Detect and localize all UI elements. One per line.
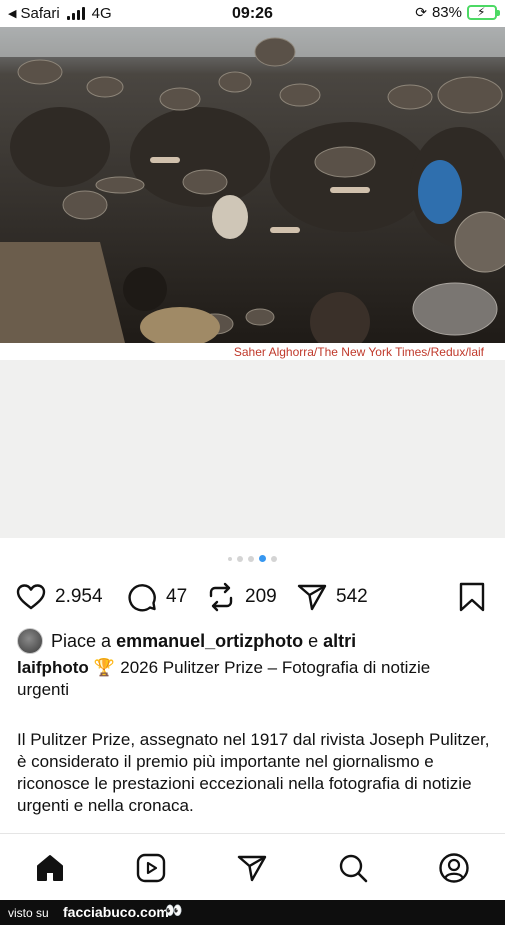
network-label: 4G	[91, 5, 112, 22]
liked-by-row[interactable]: Piace a emmanuel_ortizphoto e altri	[17, 628, 356, 654]
watermark-footer: visto su facciabuco.com 👀	[0, 900, 505, 925]
home-icon	[37, 855, 63, 881]
carousel-dot-active	[259, 555, 266, 562]
comment-count[interactable]: 47	[166, 586, 187, 608]
liked-by-prefix: Piace a	[51, 630, 112, 651]
signal-icon	[66, 7, 85, 20]
tab-direct[interactable]	[235, 851, 269, 885]
post-body-text: Il Pulitzer Prize, assegnato nel 1917 da…	[17, 730, 490, 815]
liker-avatar[interactable]	[17, 628, 43, 654]
comment-action: 47	[126, 581, 187, 613]
bottom-tab-bar	[0, 833, 505, 900]
status-right: ⟳ 83% ⚡	[415, 4, 500, 21]
like-count[interactable]: 2.954	[55, 586, 103, 608]
caption-author[interactable]: laifphoto	[17, 658, 89, 677]
tab-search[interactable]	[336, 851, 370, 885]
liked-by-user[interactable]: emmanuel_ortizphoto	[116, 631, 303, 651]
share-icon[interactable]	[296, 581, 328, 613]
charging-bolt-icon: ⚡	[477, 5, 486, 19]
share-count[interactable]: 542	[336, 586, 368, 608]
carousel-blank-area[interactable]	[0, 360, 505, 538]
share-action: 542	[296, 581, 368, 613]
bookmark-icon[interactable]	[457, 581, 487, 613]
watermark-mascot: 👀	[165, 902, 183, 918]
post-actions: 2.954 47 209 542	[0, 578, 505, 614]
post-body: Il Pulitzer Prize, assegnato nel 1917 da…	[17, 729, 492, 817]
repost-action: 209	[205, 581, 277, 613]
battery-icon: ⚡	[467, 5, 500, 20]
post-photo[interactable]	[0, 27, 505, 343]
image-credit: Saher Alghorra/The New York Times/Redux/…	[233, 345, 484, 359]
status-left: ◀ Safari 4G	[8, 5, 112, 22]
carousel-dot	[248, 555, 254, 562]
reels-icon	[136, 853, 166, 883]
carousel-indicator	[0, 555, 505, 562]
carousel-dot	[228, 556, 232, 561]
back-arrow-icon[interactable]: ◀	[8, 7, 16, 20]
back-app-label[interactable]: Safari	[20, 5, 59, 22]
like-action: 2.954	[15, 581, 103, 613]
search-icon	[339, 854, 368, 883]
tab-reels[interactable]	[134, 851, 168, 885]
watermark-prefix: visto su	[8, 906, 49, 920]
watermark-site: facciabuco.com	[63, 904, 169, 920]
repost-icon[interactable]	[205, 581, 237, 613]
comment-icon[interactable]	[126, 581, 158, 613]
tab-profile[interactable]	[437, 851, 471, 885]
post-caption: laifphoto 🏆 2026 Pulitzer Prize – Fotogr…	[17, 657, 477, 701]
orientation-lock-icon: ⟳	[415, 4, 427, 20]
heart-icon[interactable]	[15, 581, 47, 613]
battery-percent: 83%	[431, 4, 462, 21]
post-photo-illustration	[0, 27, 505, 343]
liked-by-joiner: e	[308, 630, 319, 651]
direct-icon	[237, 855, 267, 882]
trophy-emoji: 🏆	[93, 658, 116, 677]
liked-by-others[interactable]: altri	[323, 631, 356, 651]
status-bar: ◀ Safari 4G 09:26 ⟳ 83% ⚡	[0, 0, 505, 27]
repost-count[interactable]: 209	[245, 586, 277, 608]
save-action	[457, 581, 487, 618]
carousel-dot	[237, 555, 243, 562]
profile-icon	[439, 853, 469, 883]
tab-home[interactable]	[33, 851, 67, 885]
carousel-dot	[271, 555, 277, 562]
